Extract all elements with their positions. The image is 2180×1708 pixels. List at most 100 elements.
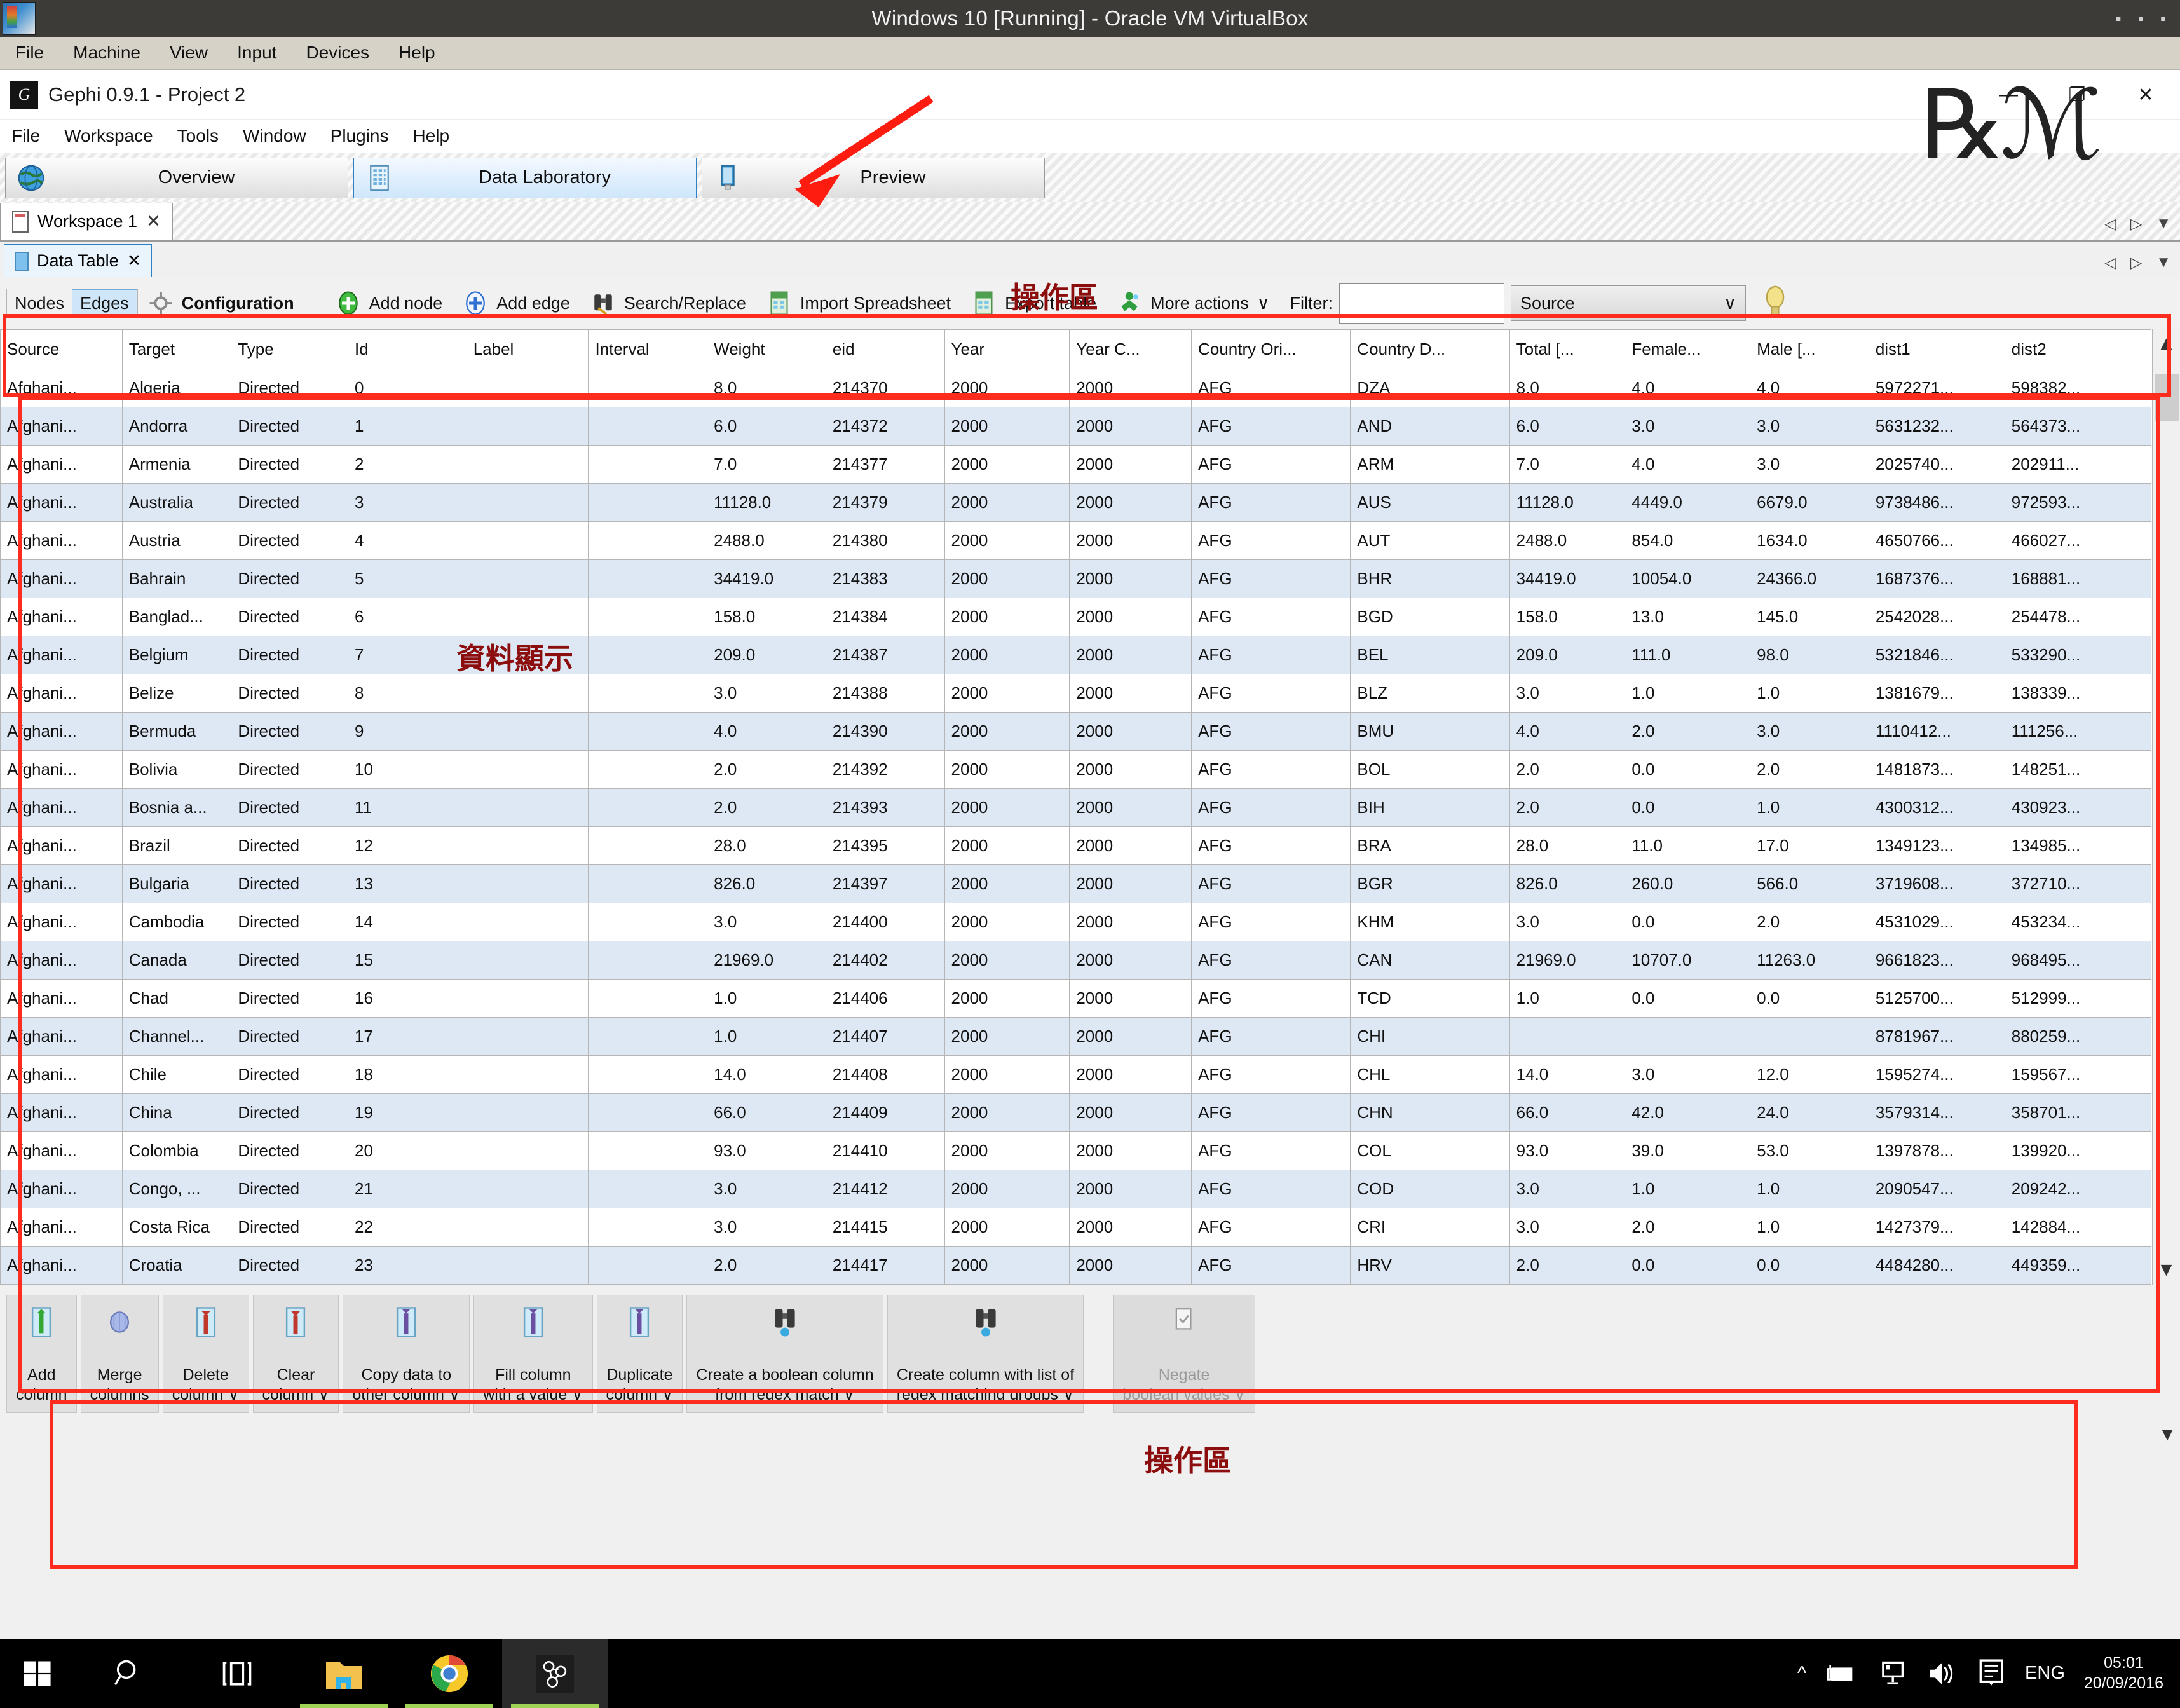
gephi-menu-workspace[interactable]: Workspace xyxy=(64,126,153,146)
table-cell[interactable]: 11128.0 xyxy=(1509,483,1626,522)
table-cell[interactable]: 2000 xyxy=(1069,559,1192,598)
table-cell[interactable]: 4300312... xyxy=(1868,788,2005,827)
table-cell[interactable]: 2000 xyxy=(1069,941,1192,980)
table-cell[interactable]: Directed xyxy=(231,598,348,636)
table-cell[interactable]: 2000 xyxy=(944,369,1070,407)
table-cell[interactable]: Directed xyxy=(231,788,348,827)
chevron-down-icon[interactable]: ∨ xyxy=(228,1386,239,1404)
table-column-header[interactable]: Id xyxy=(347,329,467,369)
table-cell[interactable]: 8.0 xyxy=(1509,369,1626,407)
table-cell[interactable]: 2542028... xyxy=(1868,598,2005,636)
tab-overview[interactable]: Overview xyxy=(5,157,348,198)
table-row[interactable]: Afghani... Bahrain Directed 5 34419.0 214383 2… xyxy=(0,559,2152,598)
table-cell[interactable]: 7 xyxy=(347,636,467,674)
table-cell[interactable]: 3.0 xyxy=(1750,407,1869,446)
table-cell[interactable]: 6679.0 xyxy=(1750,483,1869,522)
table-cell[interactable] xyxy=(588,1055,708,1094)
table-cell[interactable]: 10054.0 xyxy=(1625,559,1751,598)
table-cell[interactable]: 214408 xyxy=(825,1055,945,1094)
table-cell[interactable] xyxy=(588,1093,708,1132)
table-cell[interactable]: Directed xyxy=(231,1017,348,1056)
table-cell[interactable]: 13.0 xyxy=(1625,598,1751,636)
table-cell[interactable] xyxy=(466,941,589,980)
table-cell[interactable]: 12.0 xyxy=(1750,1055,1869,1094)
table-cell[interactable]: 19 xyxy=(347,1093,467,1132)
table-cell[interactable]: 2000 xyxy=(1069,1017,1192,1056)
table-cell[interactable]: 3.0 xyxy=(1509,1170,1626,1208)
table-cell[interactable] xyxy=(466,750,589,789)
chevron-right-icon[interactable]: ▷ xyxy=(2130,254,2142,272)
table-cell[interactable]: COD xyxy=(1350,1170,1510,1208)
table-cell[interactable] xyxy=(588,407,708,446)
table-cell[interactable]: CHL xyxy=(1350,1055,1510,1094)
table-cell[interactable]: HRV xyxy=(1350,1246,1510,1285)
table-row[interactable]: Afghani... Croatia Directed 23 2.0 214417 2000… xyxy=(0,1246,2152,1285)
table-row[interactable]: Afghani... China Directed 19 66.0 214409 2000 2… xyxy=(0,1093,2152,1132)
table-cell[interactable]: 53.0 xyxy=(1750,1131,1869,1170)
table-cell[interactable]: 138339... xyxy=(2004,674,2152,713)
table-cell[interactable]: 17 xyxy=(347,1017,467,1056)
add-edge-button[interactable]: Add edge xyxy=(453,290,580,316)
table-row[interactable]: Afghani... Andorra Directed 1 6.0 214372 2000 2… xyxy=(0,407,2152,446)
table-cell[interactable]: 4.0 xyxy=(1625,369,1751,407)
table-cell[interactable] xyxy=(588,903,708,941)
table-cell[interactable]: AFG xyxy=(1191,445,1351,484)
table-cell[interactable]: Afghani... xyxy=(0,1170,123,1208)
table-cell[interactable]: 0.0 xyxy=(1625,903,1751,941)
table-cell[interactable] xyxy=(588,445,708,484)
table-cell[interactable]: AFG xyxy=(1191,1093,1351,1132)
table-cell[interactable] xyxy=(588,864,708,903)
workspace-strip-scroll-arrows[interactable]: ◁ ▷ ▼ xyxy=(2104,215,2171,233)
table-cell[interactable] xyxy=(588,1170,708,1208)
table-cell[interactable] xyxy=(588,636,708,674)
table-cell[interactable] xyxy=(588,1017,708,1056)
table-cell[interactable]: 4.0 xyxy=(1750,369,1869,407)
table-cell[interactable]: Directed xyxy=(231,674,348,713)
table-cell[interactable] xyxy=(466,674,589,713)
table-cell[interactable]: AFG xyxy=(1191,826,1351,865)
table-cell[interactable]: 0.0 xyxy=(1750,979,1869,1018)
table-cell[interactable]: 453234... xyxy=(2004,903,2152,941)
table-cell[interactable]: CAN xyxy=(1350,941,1510,980)
table-cell[interactable] xyxy=(466,1170,589,1208)
table-cell[interactable]: Directed xyxy=(231,979,348,1018)
table-cell[interactable]: Directed xyxy=(231,559,348,598)
table-column-header[interactable]: Country D... xyxy=(1350,329,1510,369)
table-cell[interactable] xyxy=(588,483,708,522)
table-cell[interactable]: 7.0 xyxy=(1509,445,1626,484)
configuration-button[interactable]: Configuration xyxy=(138,290,304,316)
taskbar-search-button[interactable] xyxy=(75,1639,183,1708)
table-cell[interactable]: 2000 xyxy=(944,864,1070,903)
table-cell[interactable]: 1634.0 xyxy=(1750,521,1869,560)
network-icon[interactable] xyxy=(1876,1660,1907,1688)
chevron-down-icon[interactable]: ∨ xyxy=(662,1386,673,1404)
table-cell[interactable] xyxy=(588,521,708,560)
table-cell[interactable] xyxy=(588,941,708,980)
table-cell[interactable]: Directed xyxy=(231,1093,348,1132)
table-cell[interactable]: BIH xyxy=(1350,788,1510,827)
table-cell[interactable]: 2000 xyxy=(944,674,1070,713)
table-cell[interactable]: 2000 xyxy=(1069,674,1192,713)
table-cell[interactable] xyxy=(466,864,589,903)
table-column-header[interactable]: Year C... xyxy=(1069,329,1192,369)
table-row[interactable]: Afghani... Bermuda Directed 9 4.0 214390 2000 2… xyxy=(0,712,2152,751)
table-cell[interactable]: 1.0 xyxy=(707,1017,826,1056)
table-cell[interactable]: 5125700... xyxy=(1868,979,2005,1018)
table-cell[interactable] xyxy=(466,826,589,865)
table-cell[interactable]: 15 xyxy=(347,941,467,980)
table-cell[interactable]: Afghani... xyxy=(0,712,123,751)
table-cell[interactable]: 2488.0 xyxy=(707,521,826,560)
table-cell[interactable]: DZA xyxy=(1350,369,1510,407)
table-cell[interactable]: 2000 xyxy=(944,483,1070,522)
table-cell[interactable]: BLZ xyxy=(1350,674,1510,713)
table-cell[interactable]: 6 xyxy=(347,598,467,636)
table-cell[interactable]: 4531029... xyxy=(1868,903,2005,941)
table-cell[interactable]: BEL xyxy=(1350,636,1510,674)
workspace-tab-close-icon[interactable]: ✕ xyxy=(146,212,161,231)
table-cell[interactable]: 2000 xyxy=(1069,1093,1192,1132)
table-cell[interactable]: 1687376... xyxy=(1868,559,2005,598)
table-cell[interactable]: 854.0 xyxy=(1625,521,1751,560)
table-cell[interactable]: 1.0 xyxy=(707,979,826,1018)
table-cell[interactable] xyxy=(588,1246,708,1285)
table-row[interactable]: Afghani... Australia Directed 3 11128.0 21437… xyxy=(0,483,2152,522)
